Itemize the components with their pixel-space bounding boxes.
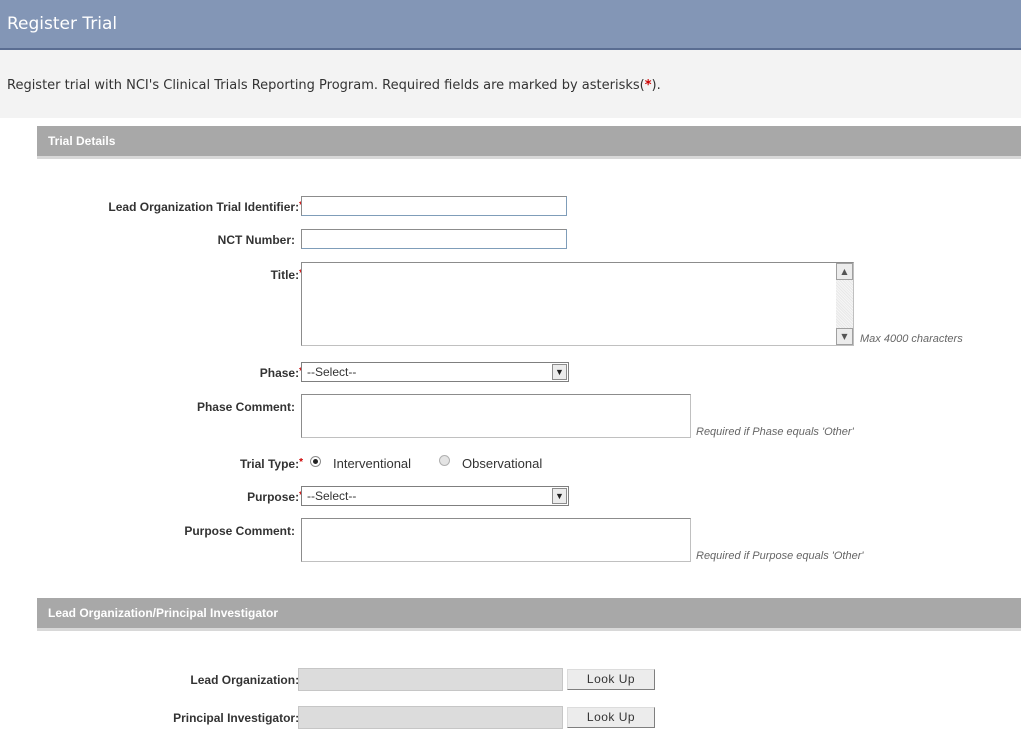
scroll-down-icon[interactable]: ▼: [836, 328, 853, 345]
phase-selected-value: --Select--: [307, 365, 357, 379]
principal-investigator-label: Principal Investigator:*: [173, 711, 303, 725]
principal-investigator-field: [298, 706, 563, 729]
principal-investigator-lookup-button[interactable]: Look Up: [567, 707, 655, 728]
interventional-label[interactable]: Interventional: [333, 456, 411, 471]
purpose-comment-textarea[interactable]: [301, 518, 691, 562]
required-marker: *: [299, 457, 303, 468]
trial-type-label: Trial Type:*: [239, 457, 303, 471]
dropdown-arrow-icon[interactable]: ▼: [552, 364, 567, 380]
title-hint: Max 4000 characters: [860, 333, 963, 345]
phase-comment-label: Phase Comment:: [196, 400, 295, 414]
lead-organization-field: [298, 668, 563, 691]
title-textarea[interactable]: ▲ ▼: [301, 262, 854, 346]
nct-number-input[interactable]: [301, 229, 567, 249]
purpose-comment-hint: Required if Purpose equals 'Other': [696, 550, 864, 562]
section-title: Trial Details: [48, 134, 116, 148]
observational-label[interactable]: Observational: [462, 456, 542, 471]
purpose-select[interactable]: --Select-- ▼: [301, 486, 569, 506]
section-title: Lead Organization/Principal Investigator: [48, 606, 279, 620]
dropdown-arrow-icon[interactable]: ▼: [552, 488, 567, 504]
purpose-selected-value: --Select--: [307, 489, 357, 503]
nct-number-label: NCT Number:: [217, 233, 295, 247]
scroll-up-icon[interactable]: ▲: [836, 263, 853, 280]
phase-label: Phase:*: [260, 366, 303, 380]
lead-organization-lookup-button[interactable]: Look Up: [567, 669, 655, 690]
phase-select[interactable]: --Select-- ▼: [301, 362, 569, 382]
intro-text: Register trial with NCI's Clinical Trial…: [7, 78, 661, 93]
intro-main: Register trial with NCI's Clinical Trial…: [7, 78, 645, 93]
phase-comment-hint: Required if Phase equals 'Other': [696, 426, 854, 438]
lead-org-trial-id-input[interactable]: [301, 196, 567, 216]
intro-asterisk: *: [644, 78, 652, 93]
page-banner: Register Trial: [0, 0, 1021, 50]
observational-radio[interactable]: [439, 455, 450, 466]
lead-org-trial-id-label: Lead Organization Trial Identifier:*: [108, 200, 303, 214]
phase-comment-textarea[interactable]: [301, 394, 691, 438]
section-trial-details: Trial Details: [37, 126, 1021, 159]
lead-organization-label: Lead Organization:*: [190, 673, 303, 687]
intro-end: ).: [651, 78, 661, 93]
section-lead-org-pi: Lead Organization/Principal Investigator: [37, 598, 1021, 631]
title-scrollbar[interactable]: ▲ ▼: [836, 263, 853, 345]
interventional-radio[interactable]: [310, 456, 321, 467]
title-label: Title:*: [271, 268, 303, 282]
purpose-comment-label: Purpose Comment:: [184, 524, 295, 538]
purpose-label: Purpose:*: [247, 490, 303, 504]
page-title: Register Trial: [7, 14, 118, 34]
